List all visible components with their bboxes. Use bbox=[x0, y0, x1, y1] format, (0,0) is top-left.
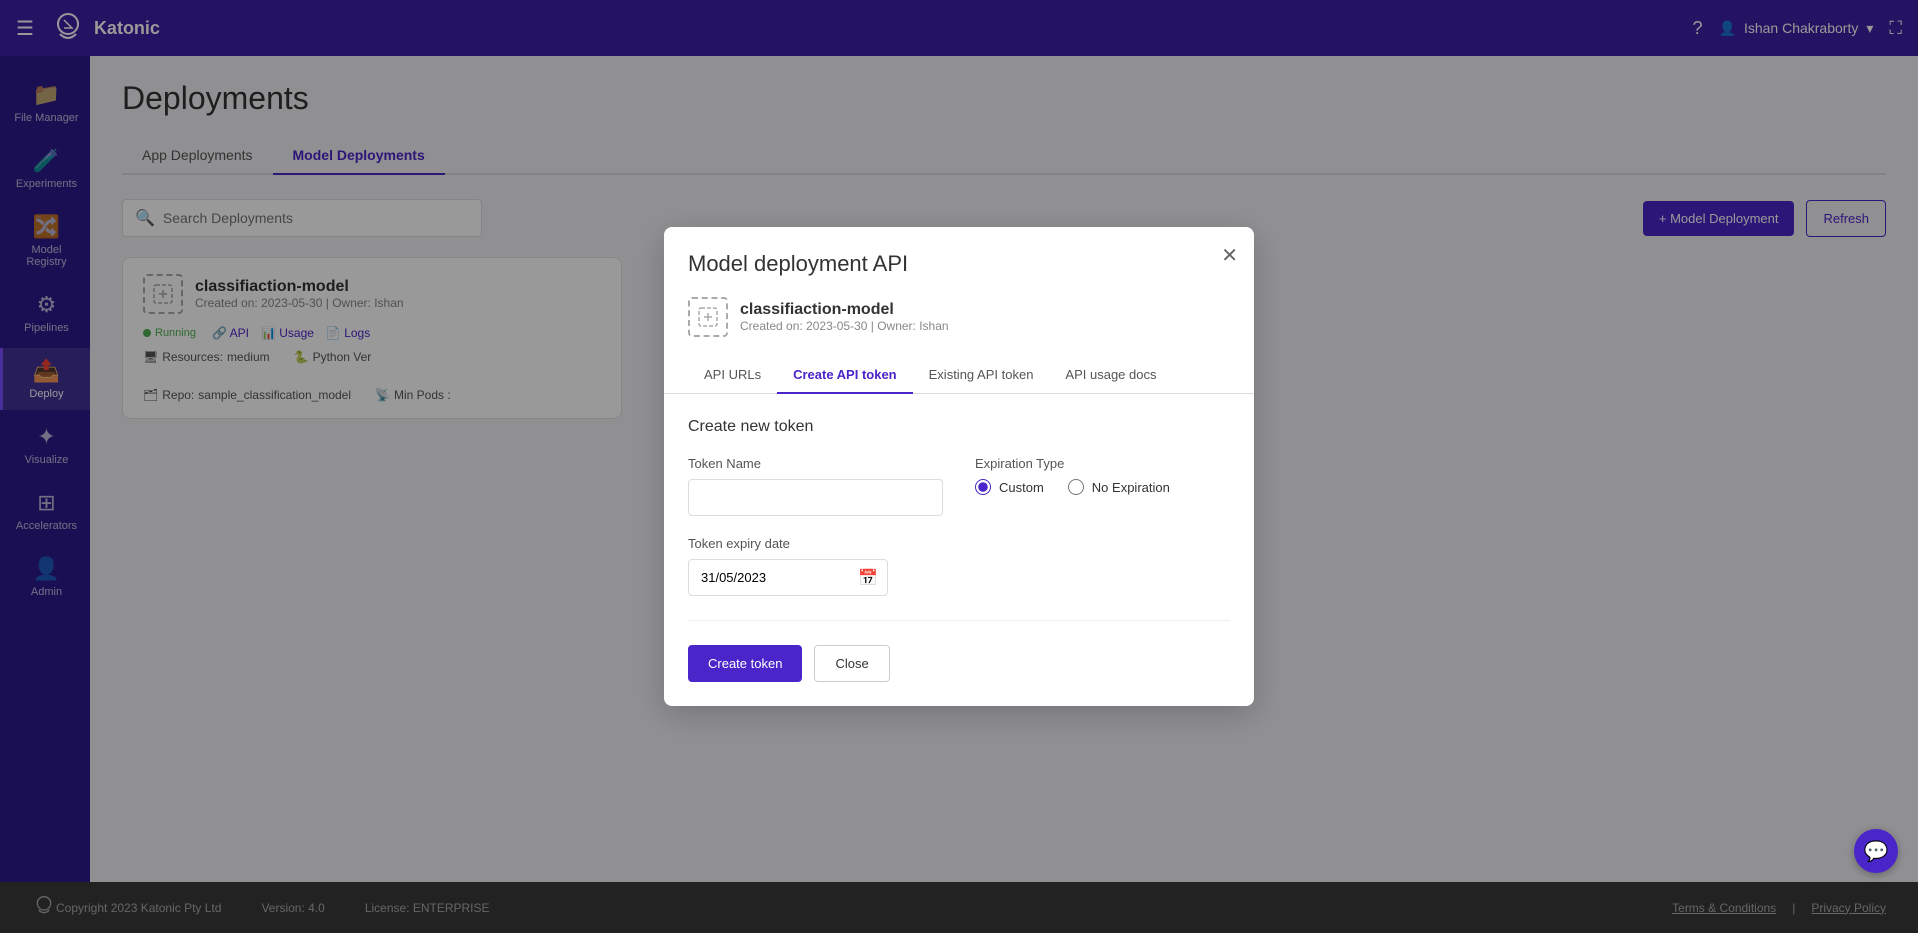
modal-tab-create-api-token[interactable]: Create API token bbox=[777, 357, 913, 394]
chat-bubble[interactable]: 💬 bbox=[1854, 829, 1898, 873]
modal: Model deployment API ✕ classiﬁaction-mod… bbox=[664, 227, 1254, 706]
radio-custom[interactable]: Custom bbox=[975, 479, 1044, 495]
expiration-type-group: Expiration Type Custom No Expiration bbox=[975, 456, 1230, 516]
modal-model-name: classiﬁaction-model bbox=[740, 301, 949, 319]
modal-divider bbox=[688, 620, 1230, 621]
modal-model-icon bbox=[688, 297, 728, 337]
radio-custom-label: Custom bbox=[999, 480, 1044, 495]
token-name-input[interactable] bbox=[688, 479, 943, 516]
expiration-radio-group: Custom No Expiration bbox=[975, 479, 1230, 495]
form-section-title: Create new token bbox=[688, 418, 1230, 436]
modal-close-button[interactable]: ✕ bbox=[1221, 243, 1238, 268]
token-name-label: Token Name bbox=[688, 456, 943, 471]
token-name-group: Token Name bbox=[688, 456, 943, 516]
modal-title: Model deployment API bbox=[688, 251, 1230, 277]
modal-tab-existing-api-token[interactable]: Existing API token bbox=[913, 357, 1050, 394]
modal-tabs: API URLs Create API token Existing API t… bbox=[664, 357, 1254, 394]
expiration-type-label: Expiration Type bbox=[975, 456, 1230, 471]
radio-no-expiration-input[interactable] bbox=[1068, 479, 1084, 495]
calendar-icon[interactable]: 📅 bbox=[858, 568, 878, 588]
modal-model-created: Created on: 2023-05-30 | Owner: Ishan bbox=[740, 319, 949, 333]
close-modal-button[interactable]: Close bbox=[814, 645, 889, 682]
token-expiry-label: Token expiry date bbox=[688, 536, 1230, 551]
radio-no-expiration[interactable]: No Expiration bbox=[1068, 479, 1170, 495]
modal-footer: Create token Close bbox=[688, 645, 1230, 682]
modal-model-info: classiﬁaction-model Created on: 2023-05-… bbox=[688, 297, 1230, 337]
modal-tab-api-urls[interactable]: API URLs bbox=[688, 357, 777, 394]
modal-tab-api-usage-docs[interactable]: API usage docs bbox=[1049, 357, 1172, 394]
radio-no-expiration-label: No Expiration bbox=[1092, 480, 1170, 495]
token-expiry-group: Token expiry date 📅 bbox=[688, 536, 1230, 596]
radio-custom-input[interactable] bbox=[975, 479, 991, 495]
create-token-button[interactable]: Create token bbox=[688, 645, 802, 682]
modal-overlay[interactable]: Model deployment API ✕ classiﬁaction-mod… bbox=[0, 0, 1918, 933]
